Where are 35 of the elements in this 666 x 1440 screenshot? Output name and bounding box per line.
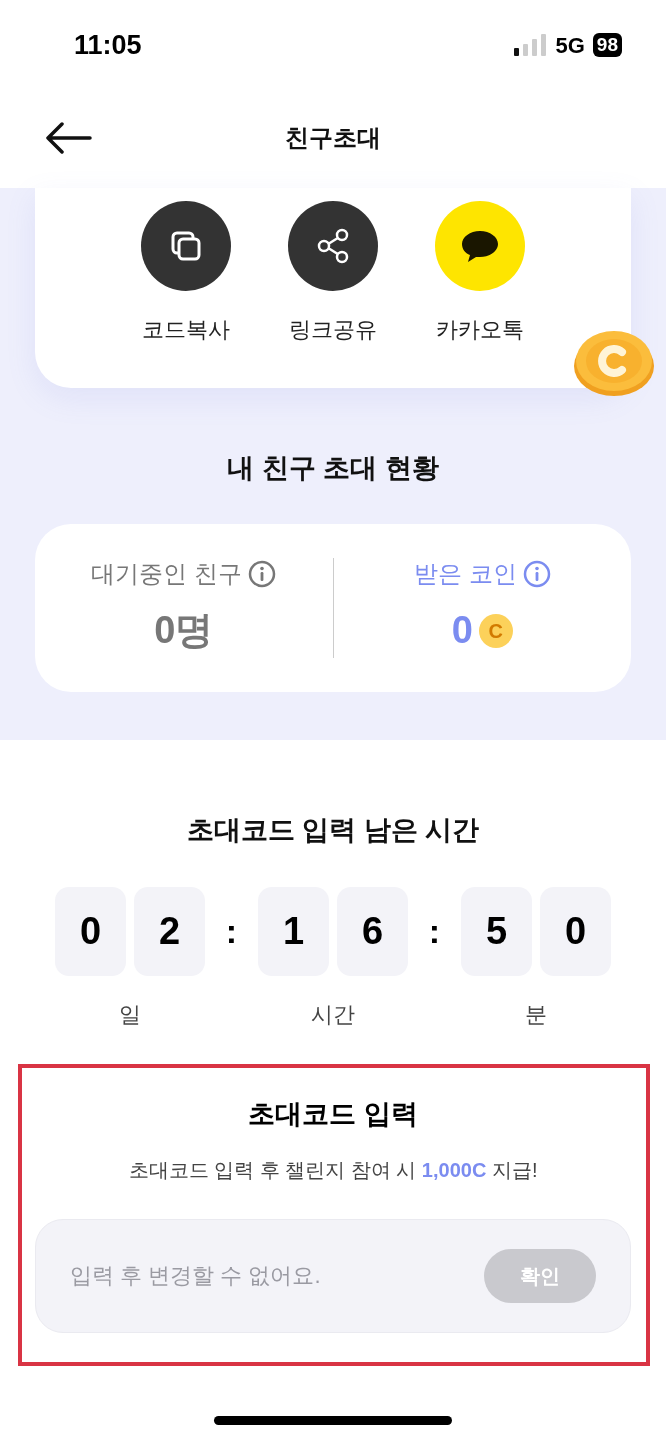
battery-level: 98 bbox=[592, 33, 622, 57]
invite-code-description: 초대코드 입력 후 챌린지 참여 시 1,000C 지급! bbox=[127, 1157, 539, 1183]
time-separator: : bbox=[224, 910, 239, 952]
digit-tile: 0 bbox=[55, 886, 126, 976]
speech-bubble-icon bbox=[461, 229, 499, 263]
share-icon bbox=[316, 228, 350, 264]
share-option-button[interactable]: 링크공유 bbox=[278, 201, 388, 388]
status-time: 11:05 bbox=[74, 28, 142, 62]
stat-label: 대기중인 친구 bbox=[91, 559, 243, 589]
page-title: 친구초대 bbox=[285, 123, 381, 153]
stat-label: 받은 코인 bbox=[413, 559, 517, 589]
digit-tile: 5 bbox=[461, 886, 532, 976]
copy-icon bbox=[170, 230, 202, 262]
info-icon[interactable] bbox=[248, 560, 277, 588]
digit-tile: 6 bbox=[337, 886, 408, 976]
stat-value: 0명 bbox=[154, 608, 214, 653]
info-icon[interactable] bbox=[522, 560, 551, 588]
timer-title: 초대코드 입력 남은 시간 bbox=[185, 814, 481, 847]
coin-icon: C bbox=[478, 613, 513, 648]
network-label: 5G bbox=[555, 31, 585, 60]
time-unit-label: 시간 bbox=[310, 1000, 356, 1029]
share-option-button[interactable]: 코드복사 bbox=[131, 201, 241, 388]
signal-icon bbox=[513, 34, 548, 56]
share-option-button[interactable]: 카카오톡 bbox=[425, 201, 535, 388]
section-title: 내 친구 초대 현황 bbox=[226, 452, 440, 485]
time-unit-label: 분 bbox=[524, 1000, 548, 1029]
back-button[interactable] bbox=[44, 121, 92, 155]
invite-code-title: 초대코드 입력 bbox=[247, 1098, 419, 1131]
coin-icon bbox=[572, 328, 656, 398]
time-unit-label: 일 bbox=[118, 1000, 142, 1029]
digit-tile: 1 bbox=[258, 886, 329, 976]
digit-tile: 2 bbox=[134, 886, 205, 976]
time-separator: : bbox=[427, 910, 442, 952]
stat-value: 0 bbox=[451, 608, 473, 653]
digit-tile: 0 bbox=[540, 886, 611, 976]
